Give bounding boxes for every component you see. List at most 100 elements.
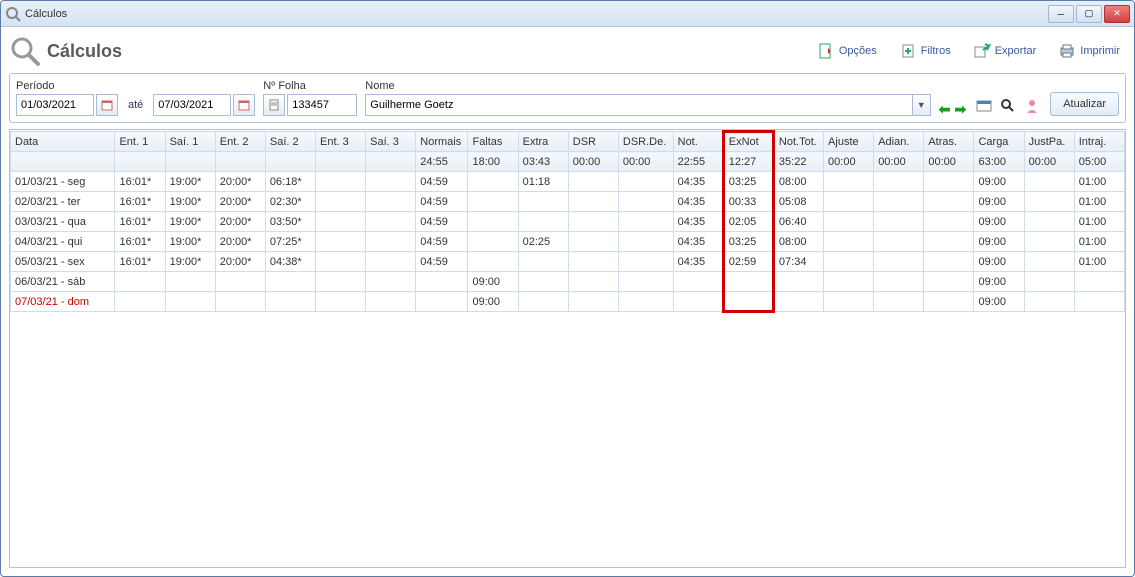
table-cell[interactable]: 04:35 xyxy=(673,212,723,232)
table-cell[interactable]: 19:00* xyxy=(165,252,215,272)
table-cell[interactable] xyxy=(215,272,265,292)
table-cell[interactable] xyxy=(265,292,315,312)
table-cell[interactable] xyxy=(618,272,673,292)
table-cell[interactable]: 03:25 xyxy=(723,232,773,252)
column-header[interactable]: Saí. 1 xyxy=(165,132,215,152)
table-cell[interactable]: 04:59 xyxy=(416,232,468,252)
table-cell[interactable] xyxy=(468,232,518,252)
table-cell[interactable]: 16:01* xyxy=(115,172,165,192)
table-cell[interactable]: 20:00* xyxy=(215,192,265,212)
table-cell[interactable]: 16:01* xyxy=(115,192,165,212)
table-cell[interactable]: 09:00 xyxy=(974,212,1024,232)
column-header[interactable]: Saí. 3 xyxy=(366,132,416,152)
table-cell[interactable] xyxy=(316,292,366,312)
table-row[interactable]: 05/03/21 - sex16:01*19:00*20:00*04:38*04… xyxy=(11,252,1125,272)
table-cell[interactable] xyxy=(924,272,974,292)
close-button[interactable]: ✕ xyxy=(1104,5,1130,23)
filtros-button[interactable]: Filtros xyxy=(893,38,957,64)
table-cell[interactable] xyxy=(824,212,874,232)
table-cell[interactable]: 09:00 xyxy=(974,252,1024,272)
table-cell[interactable] xyxy=(316,252,366,272)
column-header[interactable]: Atras. xyxy=(924,132,974,152)
table-cell[interactable]: 08:00 xyxy=(773,172,823,192)
table-cell[interactable] xyxy=(316,192,366,212)
table-cell[interactable] xyxy=(824,232,874,252)
table-cell[interactable] xyxy=(874,292,924,312)
column-header[interactable]: Not.Tot. xyxy=(773,132,823,152)
table-cell[interactable]: 01:00 xyxy=(1074,212,1124,232)
table-cell[interactable] xyxy=(366,172,416,192)
table-cell[interactable]: 06:18* xyxy=(265,172,315,192)
table-cell[interactable] xyxy=(316,212,366,232)
table-cell[interactable] xyxy=(924,172,974,192)
table-cell[interactable] xyxy=(366,252,416,272)
table-cell[interactable] xyxy=(824,172,874,192)
prev-arrow-button[interactable]: ⬅ xyxy=(939,102,951,116)
folha-input[interactable] xyxy=(287,94,357,116)
column-header[interactable]: Not. xyxy=(673,132,723,152)
table-cell[interactable] xyxy=(618,192,673,212)
table-cell[interactable] xyxy=(874,172,924,192)
table-cell[interactable] xyxy=(518,252,568,272)
table-cell[interactable] xyxy=(265,272,315,292)
table-cell[interactable] xyxy=(165,272,215,292)
table-cell[interactable]: 09:00 xyxy=(468,292,518,312)
table-cell[interactable] xyxy=(824,272,874,292)
table-cell[interactable] xyxy=(924,252,974,272)
column-header[interactable]: Adian. xyxy=(874,132,924,152)
table-cell[interactable]: 06/03/21 - sáb xyxy=(11,272,115,292)
periodo-start-input[interactable] xyxy=(16,94,94,116)
table-cell[interactable] xyxy=(366,192,416,212)
table-cell[interactable] xyxy=(1024,272,1074,292)
table-cell[interactable]: 03:25 xyxy=(723,172,773,192)
table-cell[interactable]: 20:00* xyxy=(215,212,265,232)
table-cell[interactable] xyxy=(416,272,468,292)
nome-input[interactable] xyxy=(365,94,912,116)
table-cell[interactable] xyxy=(468,252,518,272)
table-cell[interactable] xyxy=(924,232,974,252)
table-cell[interactable] xyxy=(723,272,773,292)
table-cell[interactable]: 16:01* xyxy=(115,252,165,272)
table-cell[interactable] xyxy=(874,252,924,272)
search-people-icon-button[interactable] xyxy=(998,96,1018,116)
table-cell[interactable] xyxy=(1024,192,1074,212)
column-header[interactable]: Faltas xyxy=(468,132,518,152)
table-row[interactable]: 07/03/21 - dom09:0009:00 xyxy=(11,292,1125,312)
table-cell[interactable]: 16:01* xyxy=(115,232,165,252)
table-cell[interactable] xyxy=(673,292,723,312)
column-header[interactable]: DSR.De. xyxy=(618,132,673,152)
table-cell[interactable] xyxy=(468,212,518,232)
table-cell[interactable]: 00:33 xyxy=(723,192,773,212)
table-row[interactable]: 06/03/21 - sáb09:0009:00 xyxy=(11,272,1125,292)
table-cell[interactable] xyxy=(1024,252,1074,272)
table-cell[interactable]: 04:35 xyxy=(673,232,723,252)
table-cell[interactable]: 05:08 xyxy=(773,192,823,212)
table-cell[interactable] xyxy=(468,192,518,212)
table-cell[interactable]: 01/03/21 - seg xyxy=(11,172,115,192)
table-cell[interactable] xyxy=(366,272,416,292)
calendar-start-button[interactable] xyxy=(96,94,118,116)
table-cell[interactable] xyxy=(568,172,618,192)
table-cell[interactable]: 09:00 xyxy=(974,192,1024,212)
table-cell[interactable] xyxy=(874,272,924,292)
table-cell[interactable] xyxy=(618,212,673,232)
column-header[interactable]: Intraj. xyxy=(1074,132,1124,152)
table-cell[interactable] xyxy=(366,232,416,252)
table-cell[interactable] xyxy=(568,212,618,232)
table-cell[interactable]: 01:00 xyxy=(1074,192,1124,212)
table-cell[interactable]: 16:01* xyxy=(115,212,165,232)
table-cell[interactable]: 02:59 xyxy=(723,252,773,272)
table-cell[interactable] xyxy=(518,212,568,232)
table-cell[interactable] xyxy=(568,292,618,312)
table-cell[interactable]: 01:00 xyxy=(1074,172,1124,192)
table-cell[interactable] xyxy=(568,232,618,252)
table-cell[interactable] xyxy=(673,272,723,292)
table-cell[interactable] xyxy=(824,292,874,312)
table-cell[interactable] xyxy=(568,252,618,272)
next-arrow-button[interactable]: ➡ xyxy=(954,102,966,116)
table-cell[interactable]: 01:18 xyxy=(518,172,568,192)
table-cell[interactable] xyxy=(618,172,673,192)
maximize-button[interactable]: ▢ xyxy=(1076,5,1102,23)
column-header[interactable]: Ajuste xyxy=(824,132,874,152)
table-cell[interactable]: 09:00 xyxy=(974,232,1024,252)
